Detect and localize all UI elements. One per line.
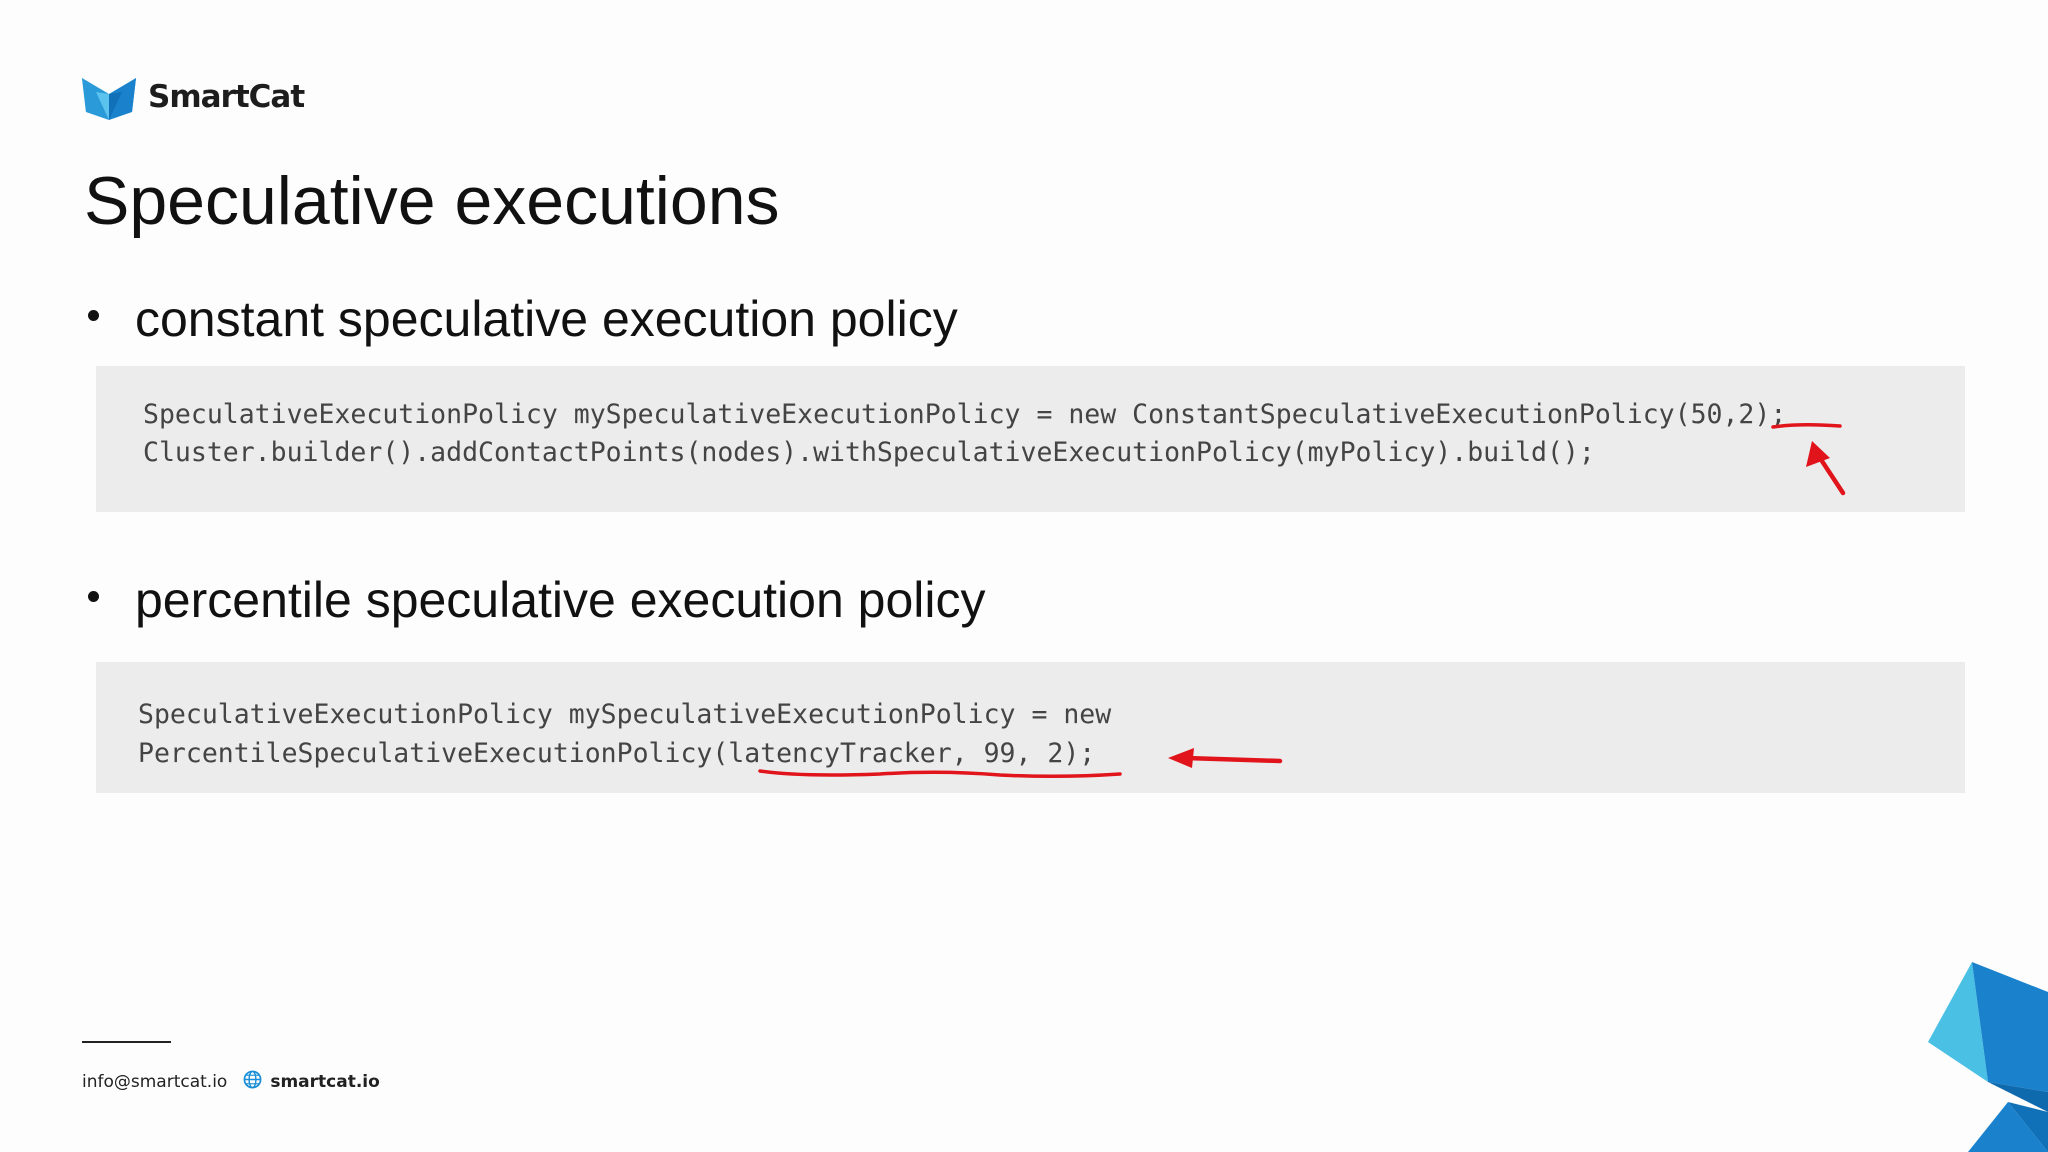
- bullet-text: percentile speculative execution policy: [135, 572, 986, 628]
- bullet-dot: [88, 309, 99, 321]
- smartcat-logo: SmartCat: [82, 72, 305, 122]
- bullet-percentile-policy: percentile speculative execution policy: [88, 570, 986, 630]
- code-block-percentile: SpeculativeExecutionPolicy mySpeculative…: [96, 662, 1965, 793]
- code-line: SpeculativeExecutionPolicy mySpeculative…: [138, 699, 1112, 730]
- footer-divider: [82, 1041, 171, 1043]
- footer-email[interactable]: info@smartcat.io: [82, 1072, 227, 1092]
- corner-decoration: [1928, 962, 2048, 1152]
- slide-title: Speculative executions: [84, 163, 780, 239]
- bullet-text: constant speculative execution policy: [135, 291, 958, 347]
- bullet-dot: [88, 590, 99, 602]
- footer-website[interactable]: smartcat.io: [270, 1072, 379, 1092]
- code-line: Cluster.builder().addContactPoints(nodes…: [143, 437, 1595, 468]
- footer: info@smartcat.io smartcat.io: [82, 1070, 380, 1094]
- code-line: SpeculativeExecutionPolicy mySpeculative…: [143, 399, 1787, 430]
- code-line: PercentileSpeculativeExecutionPolicy(lat…: [138, 738, 1096, 769]
- code-block-constant: SpeculativeExecutionPolicy mySpeculative…: [96, 366, 1965, 512]
- cat-head-icon: [82, 78, 136, 120]
- bullet-constant-policy: constant speculative execution policy: [88, 289, 958, 349]
- globe-icon: [243, 1070, 262, 1094]
- brand-name: SmartCat: [148, 79, 305, 115]
